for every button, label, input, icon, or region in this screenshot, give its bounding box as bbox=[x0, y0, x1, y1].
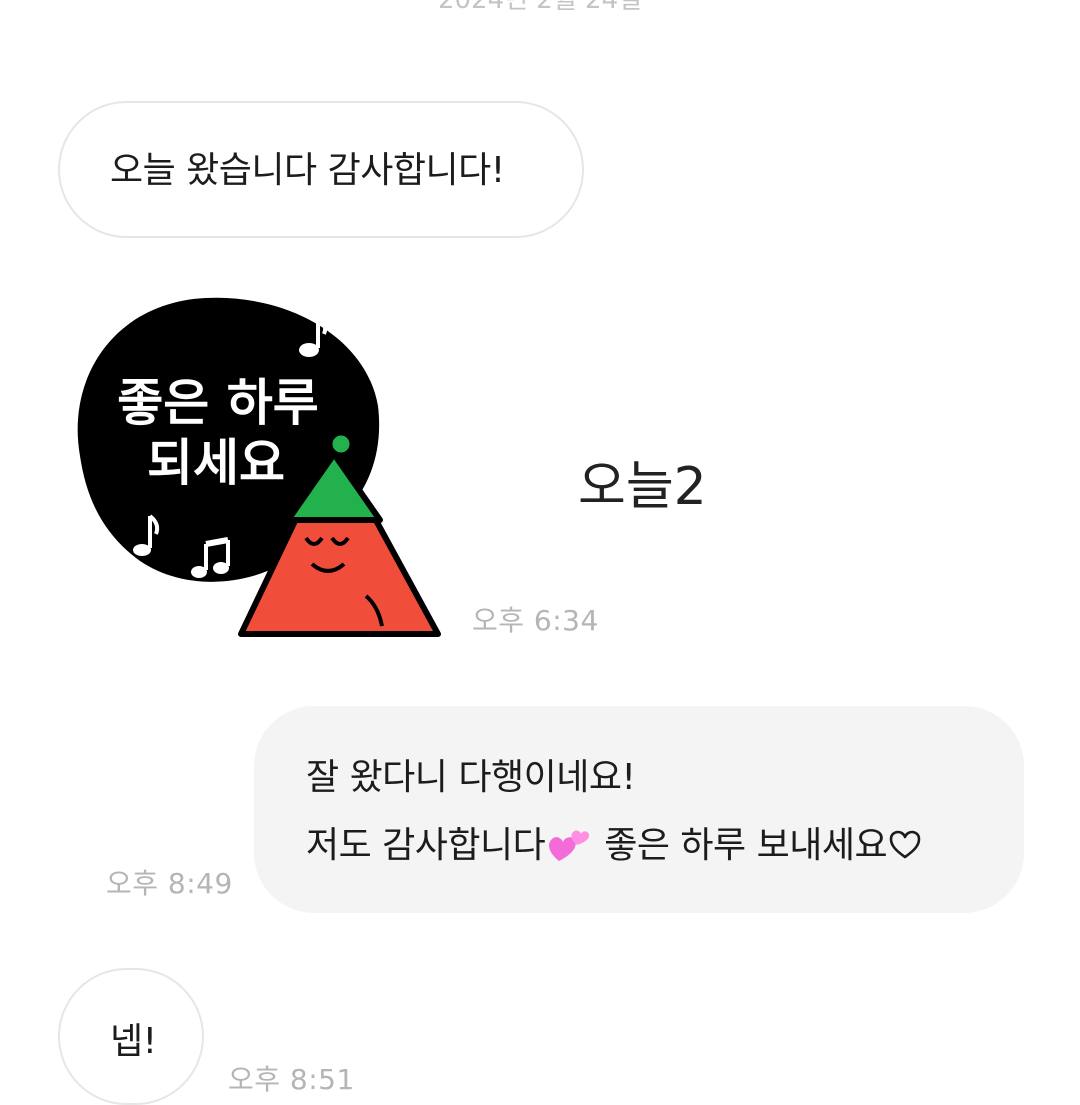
message-text: 넵! bbox=[110, 1021, 157, 1062]
message-timestamp: 오후 8:49 bbox=[106, 867, 233, 900]
message-text-line2: 저도 감사합니다 좋은 하루 보내세요 bbox=[306, 820, 1024, 872]
message-text-part: 좋은 하루 보내세요 bbox=[593, 825, 888, 866]
sticker-text-line1: 좋은 하루 bbox=[117, 374, 318, 432]
message-bubble-outgoing[interactable]: 잘 왔다니 다행이네요! 저도 감사합니다 좋은 하루 보내세요 bbox=[254, 706, 1024, 913]
heart-outline-icon bbox=[889, 830, 921, 859]
message-text: 오늘 왔습니다 감사합니다! bbox=[110, 150, 505, 191]
sticker-text-line2: 되세요 bbox=[147, 434, 285, 492]
date-header: 2024년 2월 24일 bbox=[437, 0, 643, 15]
sticker-good-day-icon[interactable]: 좋은 하루 되세요 bbox=[66, 296, 456, 640]
two-hearts-emoji-icon bbox=[549, 830, 590, 861]
message-text-line1: 잘 왔다니 다행이네요! bbox=[306, 757, 636, 798]
message-bubble-incoming[interactable]: 오늘 왔습니다 감사합니다! bbox=[58, 101, 584, 238]
message-timestamp: 오후 8:51 bbox=[228, 1063, 355, 1096]
message-text-part: 저도 감사합니다 bbox=[306, 825, 546, 866]
message-timestamp: 오후 6:34 bbox=[472, 604, 599, 637]
message-caption: 오늘2 bbox=[578, 457, 707, 517]
message-bubble-incoming[interactable]: 넵! bbox=[58, 968, 204, 1105]
